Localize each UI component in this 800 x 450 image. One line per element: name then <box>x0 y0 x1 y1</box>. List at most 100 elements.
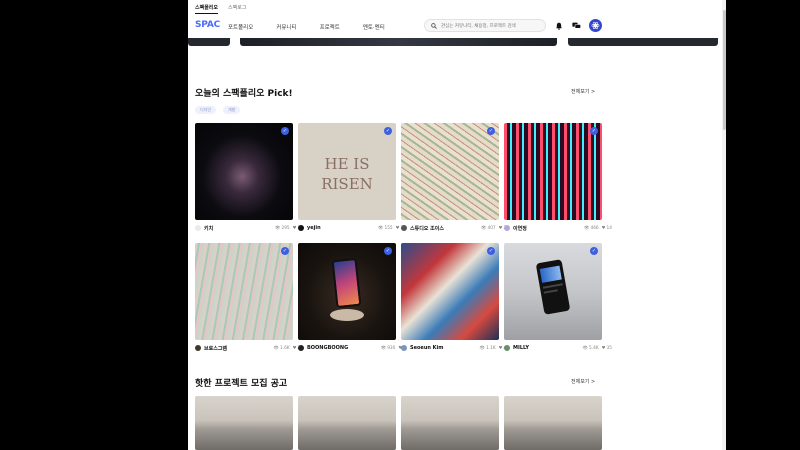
author-avatar <box>401 345 407 351</box>
verified-badge-icon: ✓ <box>590 127 598 135</box>
view-count: 👁 930 <box>380 345 396 351</box>
view-count: 👁 295 <box>275 225 290 231</box>
verified-badge-icon: ✓ <box>281 127 289 135</box>
heart-icon: ♥ <box>498 225 503 231</box>
portfolio-thumbnail[interactable]: ✓ <box>504 123 602 220</box>
eye-icon: 👁 <box>481 225 487 231</box>
verified-badge-icon: ✓ <box>487 127 495 135</box>
recruit-card[interactable] <box>401 396 499 450</box>
header: SPAC 포트폴리오 커뮤니티 프로젝트 멘토·멘티 관심는 커뮤니티, 채용정… <box>188 14 722 38</box>
author-name[interactable]: MILLY <box>513 345 580 351</box>
he-is-risen-artwork: HE IS RISEN <box>321 155 373 193</box>
nav-project[interactable]: 프로젝트 <box>320 23 340 31</box>
portfolio-thumbnail[interactable]: ✓ <box>195 243 293 340</box>
author-avatar <box>504 225 510 231</box>
card-meta: 브로스그램 👁1.6K ♥22 <box>195 344 303 352</box>
svg-text:RISEN: RISEN <box>321 175 373 193</box>
bell-icon[interactable] <box>554 21 564 31</box>
view-count: 👁 466 <box>584 225 599 231</box>
heart-icon: ♥ <box>601 225 606 231</box>
author-name[interactable]: 브로스그램 <box>204 345 271 352</box>
recruit-card[interactable] <box>504 396 602 450</box>
author-name[interactable]: 키치 <box>204 225 272 232</box>
search-icon <box>431 22 437 29</box>
site-tab-specfolio[interactable]: 스팩폴리오 <box>195 4 219 14</box>
verified-badge-icon: ✓ <box>590 247 598 255</box>
card-meta: 스튜디오 조이스 👁407 ♥25 <box>401 224 509 232</box>
banner-main[interactable] <box>240 38 557 46</box>
eye-icon: 👁 <box>584 225 590 231</box>
author-name[interactable]: yejin <box>307 225 375 231</box>
eye-icon: 👁 <box>479 345 486 351</box>
chip-design[interactable]: 디자인 <box>195 106 217 114</box>
author-name[interactable]: 스튜디오 조이스 <box>410 225 478 232</box>
scroll-thumb[interactable] <box>723 10 726 130</box>
nav-community[interactable]: 커뮤니티 <box>276 23 296 31</box>
card-meta: Seoeun Kim 👁1.1K ♥45 <box>401 344 509 352</box>
verified-badge-icon: ✓ <box>384 127 392 135</box>
pick-view-all-link[interactable]: 전체보기 > <box>571 88 595 95</box>
verified-badge-icon: ✓ <box>384 247 392 255</box>
author-avatar <box>195 345 201 351</box>
heart-icon: ♥ <box>395 225 400 231</box>
nav-mentoring[interactable]: 멘토·멘티 <box>363 23 385 31</box>
logo[interactable]: SPAC <box>195 20 220 30</box>
nav-portfolio[interactable]: 포트폴리오 <box>228 23 253 31</box>
author-avatar <box>298 345 304 351</box>
scrollbar[interactable] <box>722 0 726 450</box>
portfolio-thumbnail[interactable]: ✓ <box>195 123 293 220</box>
search-input[interactable]: 관심는 커뮤니티, 채용정, 프로젝트 검색 <box>424 19 546 32</box>
card-meta: BOONGBOONG 👁930 ♥8 <box>298 344 406 352</box>
site-tab-speclog[interactable]: 스팩로그 <box>228 4 246 14</box>
author-avatar <box>401 225 407 231</box>
phone-mockup <box>331 257 362 309</box>
portfolio-thumbnail[interactable]: ✓ <box>401 123 499 220</box>
card-meta: yejin 👁155 ♥33 <box>298 224 406 232</box>
recruit-card[interactable] <box>298 396 396 450</box>
view-count: 👁 407 <box>481 225 496 231</box>
card-meta: MILLY 👁 5.4K ♥ 35 <box>504 344 612 352</box>
search-placeholder: 관심는 커뮤니티, 채용정, 프로젝트 검색 <box>441 23 516 29</box>
portfolio-thumbnail[interactable]: ✓ <box>504 243 602 340</box>
banner-right[interactable] <box>568 38 718 46</box>
card-meta: 키치 👁295 ♥10 <box>195 224 303 232</box>
eye-icon: 👁 <box>273 345 280 351</box>
view-count: 👁 1.1K <box>479 345 496 351</box>
portfolio-thumbnail[interactable]: ✓ <box>401 243 499 340</box>
heart-icon: ♥ <box>498 345 503 351</box>
author-avatar <box>195 225 201 231</box>
eye-icon: 👁 <box>378 225 384 231</box>
portfolio-thumbnail[interactable]: ✓ <box>298 243 396 340</box>
recruit-section-title: 핫한 프로젝트 모집 공고 <box>195 379 288 389</box>
view-count: 👁 155 <box>378 225 393 231</box>
like-count: ♥ 14 <box>601 225 612 231</box>
view-count: 👁 5.4K <box>582 345 599 351</box>
verified-badge-icon: ✓ <box>487 247 495 255</box>
svg-text:HE IS: HE IS <box>325 155 370 173</box>
page: 스팩폴리오 스팩로그 SPAC 포트폴리오 커뮤니티 프로젝트 멘토·멘티 관심… <box>188 0 726 450</box>
chat-icon[interactable] <box>571 21 581 31</box>
pick-section-title: 오늘의 스팩폴리오 Pick! <box>195 89 293 99</box>
like-count: ♥ 35 <box>601 345 612 351</box>
view-count: 👁 1.6K <box>273 345 290 351</box>
eye-icon: 👁 <box>380 345 387 351</box>
heart-icon: ♥ <box>292 225 297 231</box>
verified-badge-icon: ✓ <box>281 247 289 255</box>
site-tabs: 스팩폴리오 스팩로그 <box>195 4 246 14</box>
eye-icon: 👁 <box>275 225 281 231</box>
author-name[interactable]: 이연정 <box>513 225 581 232</box>
author-name[interactable]: BOONGBOONG <box>307 345 378 351</box>
portfolio-thumbnail[interactable]: HE IS RISEN ✓ <box>298 123 396 220</box>
author-avatar <box>504 345 510 351</box>
author-name[interactable]: Seoeun Kim <box>410 345 477 351</box>
heart-icon: ♥ <box>292 345 297 351</box>
banner-left[interactable] <box>188 38 230 46</box>
phone-mockup <box>535 259 571 315</box>
recruit-card[interactable] <box>195 396 293 450</box>
chip-dev[interactable]: 개발 <box>223 106 241 114</box>
user-avatar[interactable] <box>589 19 602 32</box>
phone-stand <box>330 309 364 321</box>
eye-icon: 👁 <box>582 345 589 351</box>
recruit-view-all-link[interactable]: 전체보기 > <box>571 378 595 385</box>
card-meta: 이연정 👁 466 ♥ 14 <box>504 224 612 232</box>
